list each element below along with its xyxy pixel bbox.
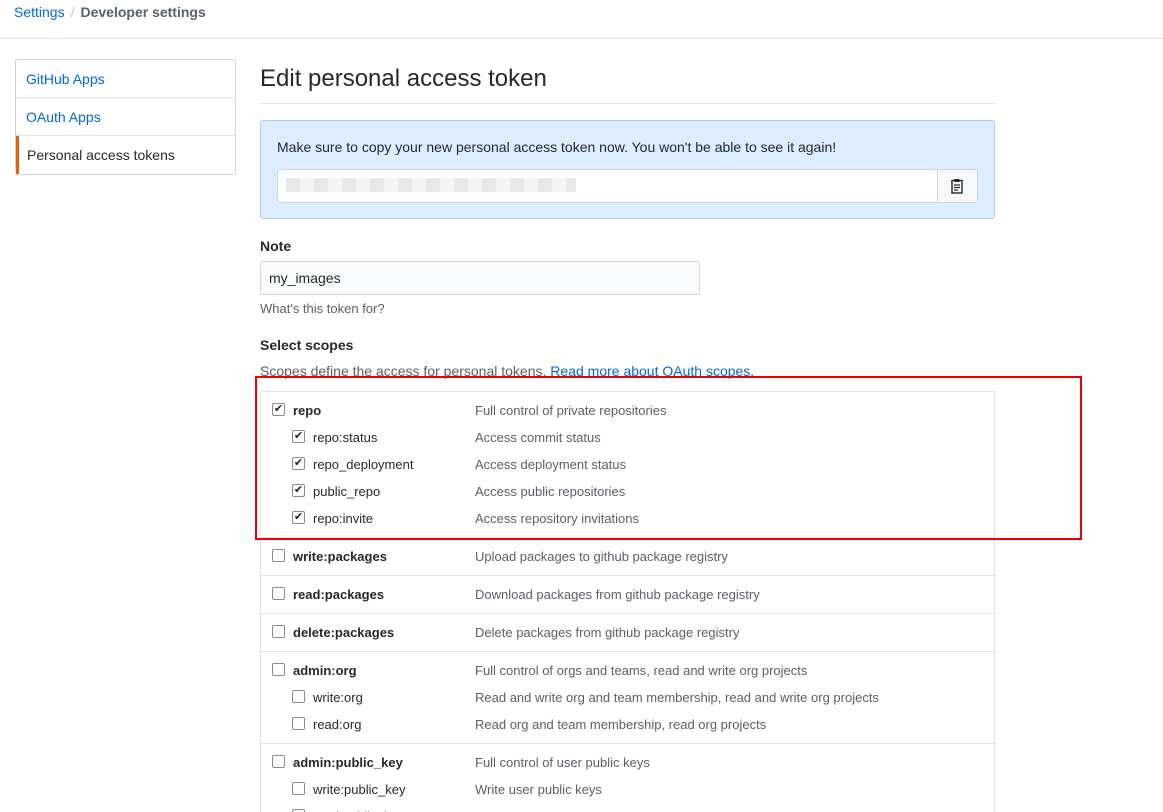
page-title: Edit personal access token bbox=[260, 58, 995, 104]
scope-description: Write user public keys bbox=[475, 782, 602, 797]
header-divider bbox=[0, 38, 1163, 39]
scope-name[interactable]: write:org bbox=[313, 690, 363, 705]
scope-checkbox[interactable] bbox=[272, 549, 285, 562]
scopes-description: Scopes define the access for personal to… bbox=[260, 363, 754, 379]
scope-group: admin:public_key Full control of user pub… bbox=[261, 744, 994, 812]
scope-child-row: write:org Read and write org and team mem… bbox=[261, 685, 994, 712]
scopes-description-text: Scopes define the access for personal to… bbox=[260, 363, 547, 379]
sidebar-item-oauth-apps[interactable]: OAuth Apps bbox=[16, 98, 235, 136]
oauth-scopes-link[interactable]: Read more about OAuth scopes. bbox=[550, 363, 754, 379]
scope-name[interactable]: repo_deployment bbox=[313, 457, 413, 472]
scope-description: Full control of user public keys bbox=[475, 755, 650, 770]
scope-name[interactable]: delete:packages bbox=[293, 625, 394, 640]
scope-description: Upload packages to github package regist… bbox=[475, 549, 728, 564]
scope-description: Download packages from github package re… bbox=[475, 587, 760, 602]
main-content: Edit personal access token Make sure to … bbox=[260, 58, 995, 812]
scope-name[interactable]: write:packages bbox=[293, 549, 387, 564]
scope-checkbox[interactable]: ✔ bbox=[292, 511, 305, 524]
scope-description: Delete packages from github package regi… bbox=[475, 625, 740, 640]
scope-description: Full control of orgs and teams, read and… bbox=[475, 663, 808, 678]
scope-row: read:packages Download packages from gith… bbox=[261, 582, 994, 609]
scope-child-row: ✔ repo_deployment Access deployment status bbox=[261, 452, 994, 479]
checkmark-icon: ✔ bbox=[293, 511, 304, 523]
scope-row: admin:public_key Full control of user pub… bbox=[261, 750, 994, 777]
scope-name[interactable]: repo:invite bbox=[313, 511, 373, 526]
scope-description: Access repository invitations bbox=[475, 511, 640, 526]
scope-checkbox[interactable] bbox=[272, 587, 285, 600]
scope-name[interactable]: admin:public_key bbox=[293, 755, 403, 770]
breadcrumb-separator: / bbox=[70, 4, 75, 20]
checkmark-icon: ✔ bbox=[293, 484, 304, 496]
scope-name[interactable]: repo bbox=[293, 403, 321, 418]
sidebar-item-personal-access-tokens[interactable]: Personal access tokens bbox=[16, 136, 235, 174]
scope-name[interactable]: write:public_key bbox=[313, 782, 406, 797]
note-input[interactable]: my_images bbox=[260, 261, 700, 295]
scope-checkbox[interactable] bbox=[292, 782, 305, 795]
sidebar-item-github-apps[interactable]: GitHub Apps bbox=[16, 60, 235, 98]
scope-checkbox[interactable]: ✔ bbox=[272, 403, 285, 416]
copy-token-button[interactable] bbox=[937, 170, 977, 202]
scope-checkbox[interactable] bbox=[292, 690, 305, 703]
breadcrumb-current: Developer settings bbox=[80, 4, 206, 20]
scope-child-row: ✔ repo:invite Access repository invitation… bbox=[261, 506, 994, 533]
scope-name[interactable]: read:org bbox=[313, 717, 361, 732]
scope-group: delete:packages Delete packages from gith… bbox=[261, 614, 994, 652]
scope-name[interactable]: admin:org bbox=[293, 663, 357, 678]
clippy-icon bbox=[950, 179, 963, 194]
breadcrumb: Settings / Developer settings bbox=[14, 4, 206, 20]
note-label: Note bbox=[260, 238, 292, 254]
scope-description: Read and write org and team membership, … bbox=[475, 690, 879, 705]
scope-row: delete:packages Delete packages from gith… bbox=[261, 620, 994, 647]
flash-message: Make sure to copy your new personal acce… bbox=[277, 139, 837, 155]
select-scopes-label: Select scopes bbox=[260, 337, 354, 353]
scope-checkbox[interactable]: ✔ bbox=[292, 430, 305, 443]
scope-checkbox[interactable]: ✔ bbox=[292, 484, 305, 497]
scopes-list: ✔ repo Full control of private repositorie… bbox=[260, 391, 995, 812]
scope-checkbox[interactable]: ✔ bbox=[292, 457, 305, 470]
scope-child-row: ✔ public_repo Access public repositories bbox=[261, 479, 994, 506]
scope-group: write:packages Upload packages to github … bbox=[261, 538, 994, 576]
scope-row: admin:org Full control of orgs and teams,… bbox=[261, 658, 994, 685]
checkmark-icon: ✔ bbox=[293, 457, 304, 469]
checkmark-icon: ✔ bbox=[273, 403, 284, 415]
scope-checkbox[interactable] bbox=[272, 755, 285, 768]
checkmark-icon: ✔ bbox=[293, 430, 304, 442]
note-hint: What's this token for? bbox=[260, 301, 385, 316]
scope-checkbox[interactable] bbox=[272, 663, 285, 676]
scope-child-row: read:org Read org and team membership, re… bbox=[261, 712, 994, 739]
scope-checkbox[interactable] bbox=[272, 625, 285, 638]
scope-row: ✔ repo Full control of private repositorie… bbox=[261, 398, 994, 425]
scope-description: Full control of private repositories bbox=[475, 403, 667, 418]
token-value-redacted[interactable]: •••••••••••••••••••••••••••••••••••••••• bbox=[286, 178, 576, 192]
scope-description: Access deployment status bbox=[475, 457, 627, 472]
developer-settings-menu: GitHub Apps OAuth Apps Personal access t… bbox=[15, 59, 236, 175]
scope-description: Access public repositories bbox=[475, 484, 626, 499]
scope-row: write:packages Upload packages to github … bbox=[261, 544, 994, 571]
scope-group: read:packages Download packages from gith… bbox=[261, 576, 994, 614]
breadcrumb-settings-link[interactable]: Settings bbox=[14, 4, 65, 20]
scope-group: admin:org Full control of orgs and teams,… bbox=[261, 652, 994, 744]
scope-name[interactable]: public_repo bbox=[313, 484, 380, 499]
scope-description: Read org and team membership, read org p… bbox=[475, 717, 767, 732]
token-flash-notice: Make sure to copy your new personal acce… bbox=[260, 120, 995, 219]
token-field[interactable]: •••••••••••••••••••••••••••••••••••••••• bbox=[277, 169, 978, 203]
scope-child-row: ✔ repo:status Access commit status bbox=[261, 425, 994, 452]
scope-child-row: write:public_key Write user public keys bbox=[261, 777, 994, 804]
scope-child-row: read:public_key bbox=[261, 804, 994, 812]
scope-name[interactable]: repo:status bbox=[313, 430, 377, 445]
scope-description: Access commit status bbox=[475, 430, 601, 445]
scope-group: ✔ repo Full control of private repositorie… bbox=[261, 392, 994, 538]
scope-name[interactable]: read:packages bbox=[293, 587, 384, 602]
scope-checkbox[interactable] bbox=[292, 717, 305, 730]
